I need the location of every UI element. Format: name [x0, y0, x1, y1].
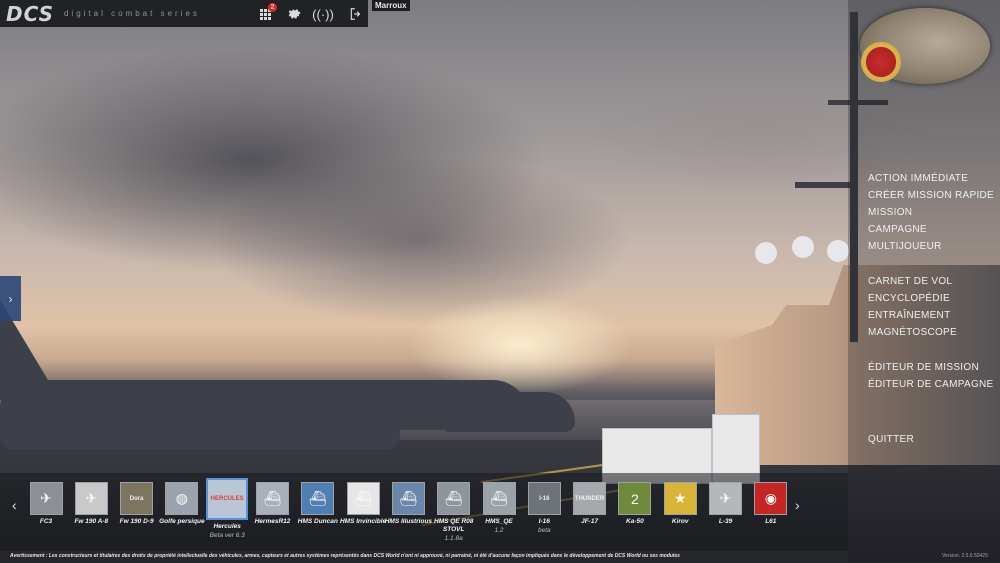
menu-instant-action[interactable]: ACTION IMMÉDIATE: [868, 173, 968, 184]
module-name: L61: [765, 518, 777, 525]
radar-dome: [755, 242, 777, 264]
module-icon-glyph: ⛴: [444, 490, 463, 506]
menu-mission[interactable]: MISSION: [868, 207, 912, 218]
menu-campaign[interactable]: CAMPAGNE: [868, 224, 927, 235]
menu-mission-editor[interactable]: ÉDITEUR DE MISSION: [868, 362, 979, 373]
module-icon: ⛴: [437, 482, 471, 515]
module-icon: ◍: [165, 482, 199, 515]
module-icon-glyph: ⛴: [399, 490, 418, 506]
ship-seal-icon: [861, 42, 901, 82]
ship-mast-arm: [795, 182, 855, 188]
module-icon: ⛴: [256, 482, 289, 515]
harrier-jet: [440, 392, 575, 432]
module-subtitle: beta: [537, 527, 551, 534]
module-icon: HERCULES: [206, 478, 249, 520]
dcs-logo: DCS: [6, 1, 54, 26]
module-icon: ✈: [709, 482, 742, 515]
network-signal-icon[interactable]: ((·)): [312, 5, 334, 23]
dcs-tagline: digital combat series: [63, 9, 200, 18]
menu-training[interactable]: ENTRAÎNEMENT: [868, 310, 951, 321]
module-icon: 2: [618, 482, 652, 515]
module-icon-glyph: ✈: [719, 490, 732, 506]
module-icon: ⛴: [391, 482, 425, 515]
module-icon: ◉: [754, 482, 788, 515]
module-icon-glyph: ✈: [40, 490, 52, 506]
radar-dome: [827, 240, 849, 262]
chevron-right-icon: ›: [8, 291, 13, 306]
legal-disclaimer: Avertissement : Les constructeurs et tit…: [10, 553, 680, 559]
module-icon-glyph: 2: [630, 490, 639, 507]
module-icon-glyph: ★: [673, 490, 687, 506]
module-icon-glyph: ⛴: [354, 490, 372, 506]
module-subtitle: Beta ver 6.3: [209, 532, 245, 539]
module-icon-glyph: ⛴: [308, 490, 327, 506]
module-icon-glyph: ◉: [764, 490, 777, 506]
module-icon: Dora: [120, 482, 154, 515]
module-icon: ✈: [74, 482, 108, 515]
side-panel-toggle[interactable]: ›: [0, 276, 21, 321]
menu-campaign-editor[interactable]: ÉDITEUR DE CAMPAGNE: [868, 379, 994, 390]
module-icon: ⛴: [346, 482, 380, 515]
logout-icon[interactable]: [347, 5, 365, 23]
module-icon-glyph: ⛴: [490, 490, 508, 506]
module-icon-glyph: THUNDER: [574, 495, 605, 502]
version-label: Version: 2.5.6.50425: [942, 553, 988, 559]
module-tile[interactable]: ◉ L61: [743, 478, 799, 526]
module-icon-glyph: ✈: [85, 490, 98, 506]
module-icon-glyph: Dora: [129, 495, 144, 502]
module-icon: ★: [663, 482, 697, 515]
radar-dome: [792, 236, 814, 258]
module-icon: ✈: [29, 482, 63, 515]
menu-multiplayer[interactable]: MULTIJOUEUR: [868, 241, 942, 252]
module-icon: ⛴: [482, 482, 516, 515]
username-label[interactable]: Marroux: [372, 0, 410, 11]
menu-quick-mission[interactable]: CRÉER MISSION RAPIDE: [868, 190, 994, 201]
modules-grid-icon[interactable]: 2: [256, 3, 277, 23]
module-icon: ⛴: [301, 482, 335, 515]
module-icon-glyph: HERCULES: [210, 496, 244, 502]
strip-scroll-left-icon[interactable]: ‹: [12, 497, 17, 513]
settings-gear-icon[interactable]: [285, 5, 303, 23]
module-icon-glyph: ◍: [175, 490, 188, 506]
module-icon-glyph: ⛴: [263, 490, 282, 506]
menu-replay[interactable]: MAGNÉTOSCOPE: [868, 327, 957, 338]
module-icon-glyph: I-16: [539, 495, 550, 502]
menu-encyclopedia[interactable]: ENCYCLOPÉDIE: [868, 293, 950, 304]
module-icon: I-16: [527, 482, 561, 515]
notification-badge: 2: [268, 3, 277, 12]
menu-logbook[interactable]: CARNET DE VOL: [868, 276, 952, 287]
module-icon: THUNDER: [573, 482, 607, 515]
module-subtitle: 1.1.8a: [444, 535, 463, 542]
menu-quit[interactable]: QUITTER: [868, 434, 914, 445]
